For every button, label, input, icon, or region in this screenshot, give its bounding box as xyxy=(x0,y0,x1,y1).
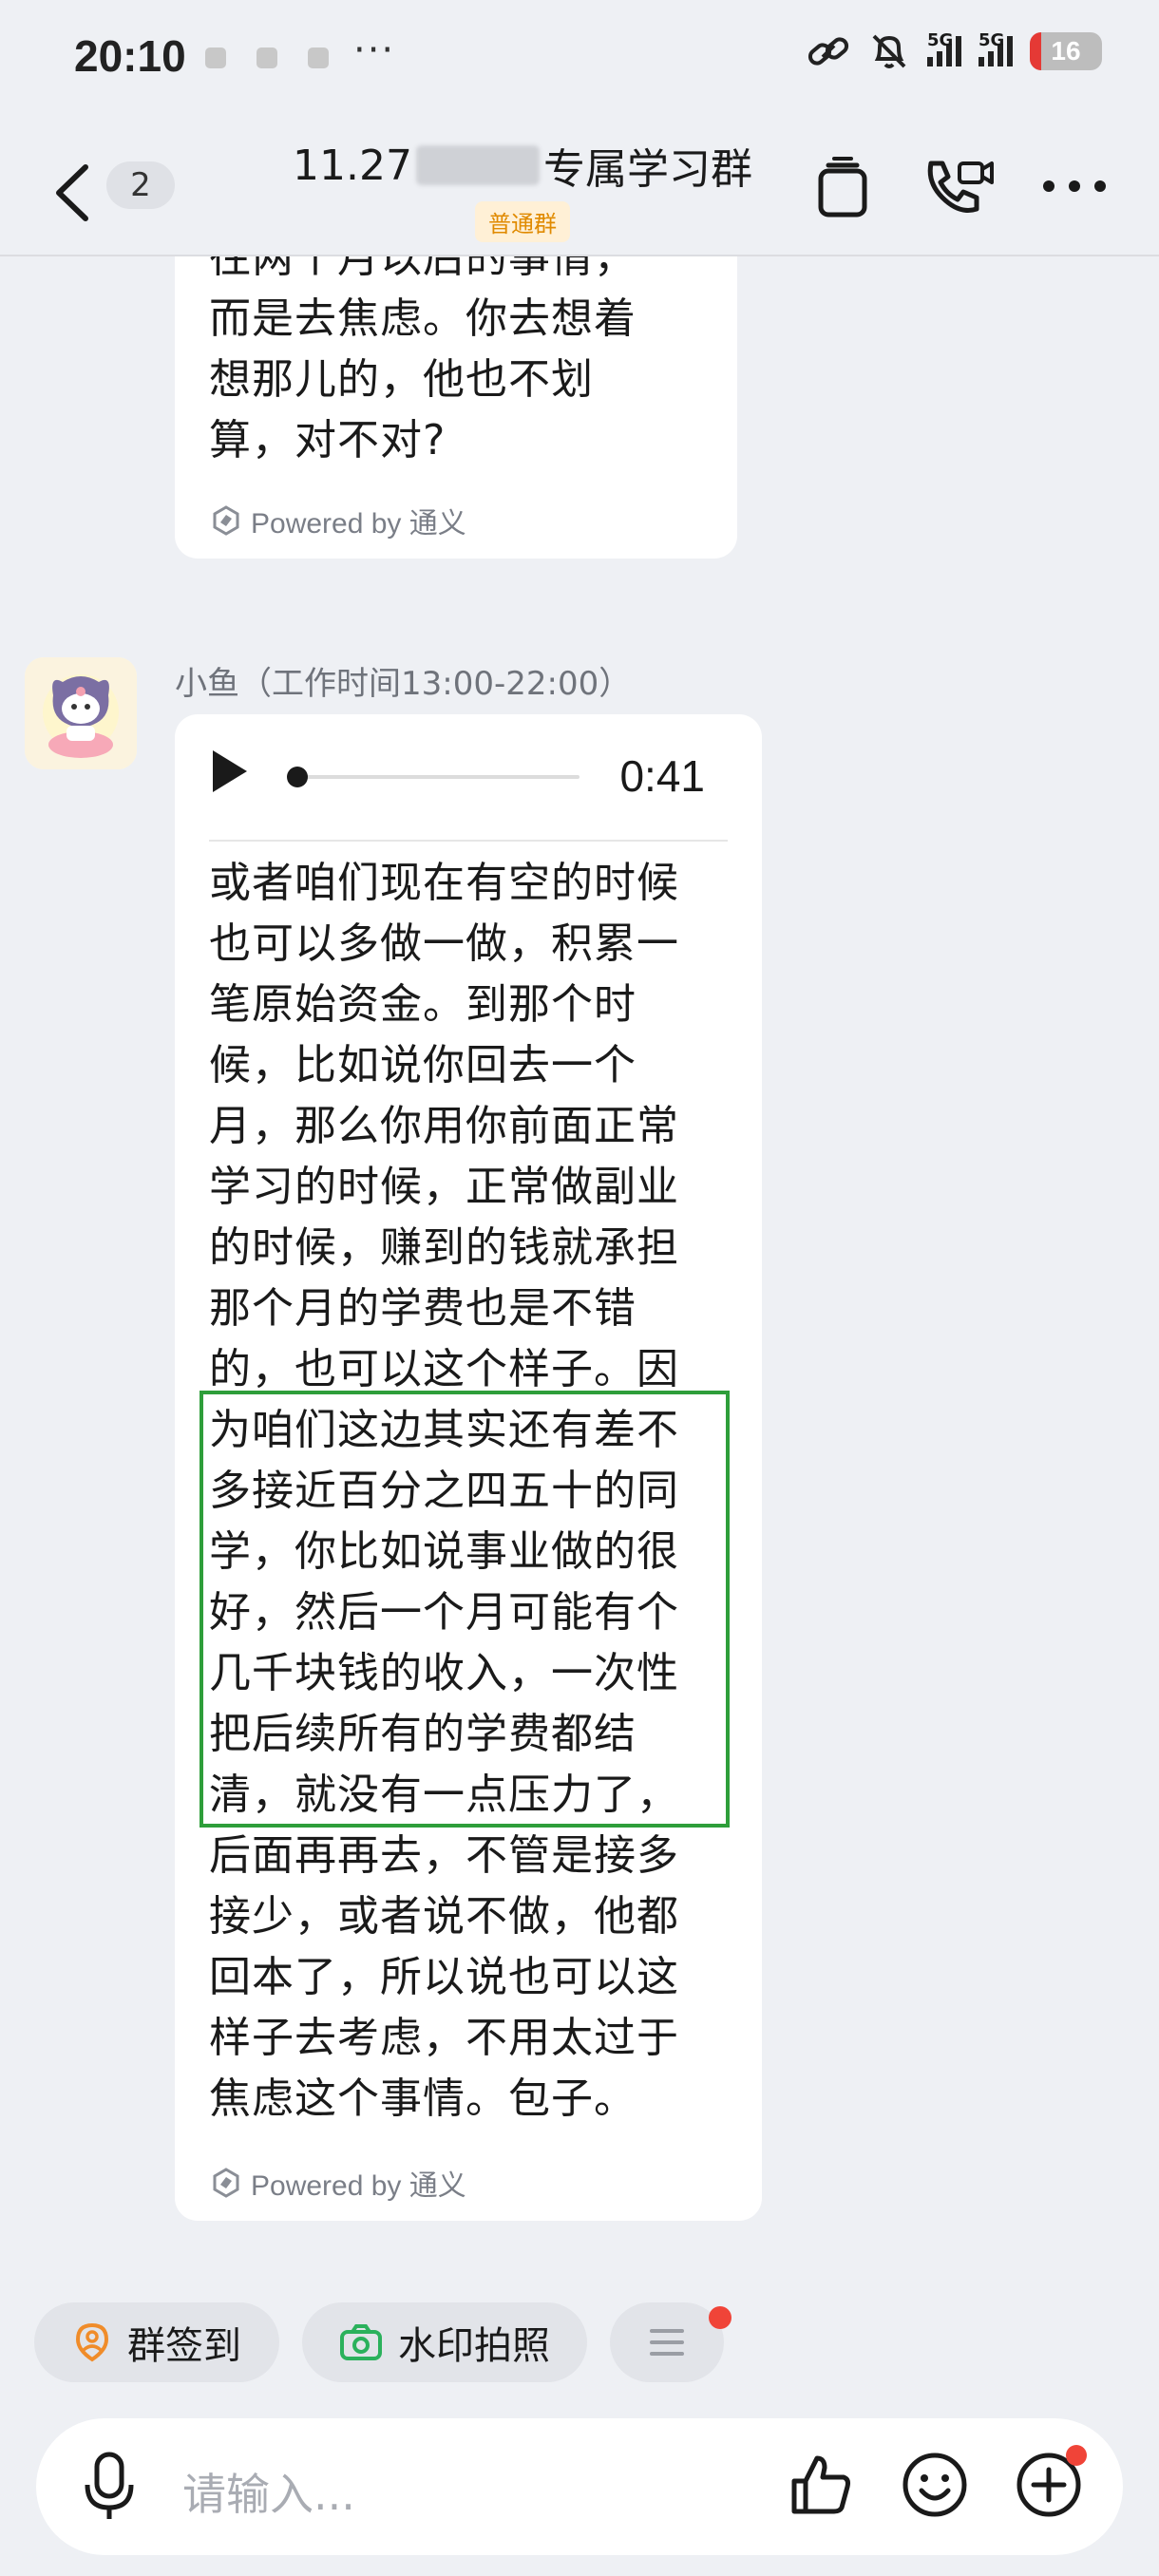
message-line: 接少，或者说不做，他都 xyxy=(209,1892,679,1941)
notification-icon xyxy=(308,47,329,68)
voice-player[interactable]: 0:41 xyxy=(209,714,728,842)
chat-header-overlay: 2 11.27 专属学习群 普通群 xyxy=(0,114,1159,256)
battery-icon: 16 xyxy=(1030,32,1102,70)
tongyi-logo-icon xyxy=(213,2168,239,2198)
notification-dot xyxy=(1066,2445,1087,2466)
message-line: 或者咱们现在有空的时候 xyxy=(209,859,679,907)
message-line: 想那儿的，他也不划 xyxy=(209,355,594,404)
message-line: 那个月的学费也是不错 xyxy=(209,1284,636,1333)
location-person-icon xyxy=(75,2322,109,2362)
tongyi-logo-icon xyxy=(213,505,239,536)
chat-title-area[interactable]: 11.27 专属学习群 普通群 xyxy=(247,135,798,242)
message-line: 把后续所有的学费都结 xyxy=(209,1710,636,1758)
message-line: 学习的时候，正常做副业 xyxy=(209,1163,679,1211)
audio-progress-knob[interactable] xyxy=(287,767,308,787)
message-line: 而是去焦虑。你去想着 xyxy=(209,294,636,343)
message-line: 清，就没有一点压力了， xyxy=(209,1771,679,1819)
message-line: 候，比如说你回去一个 xyxy=(209,1041,636,1089)
thumbs-up-icon[interactable] xyxy=(787,2451,855,2519)
message-line: 回本了，所以说也可以这 xyxy=(209,1953,679,2001)
message-line: 算，对不对? xyxy=(209,416,446,464)
microphone-icon[interactable] xyxy=(82,2451,137,2523)
message-line: 学，你比如说事业做的很 xyxy=(209,1527,679,1576)
mute-bell-icon xyxy=(872,34,906,68)
message-line: 月，那么你用你前面正常 xyxy=(209,1102,679,1150)
play-icon[interactable] xyxy=(209,747,251,796)
link-icon xyxy=(808,37,849,66)
message-line: 多接近百分之四五十的同 xyxy=(209,1467,679,1515)
message-line: 好，然后一个月可能有个 xyxy=(209,1588,679,1637)
message-text: 或者咱们现在有空的时候 也可以多做一做，积累一 笔原始资金。到那个时 候，比如说你回去… xyxy=(209,853,741,2130)
status-bar: 20:10 ··· 5G 5G 16 xyxy=(0,0,1159,114)
kuromi-avatar-icon xyxy=(25,657,137,769)
more-actions-button[interactable] xyxy=(610,2302,724,2382)
camera-icon xyxy=(340,2324,382,2360)
message-line: 的，也可以这个样子。因 xyxy=(209,1345,679,1393)
unread-count-badge[interactable]: 2 xyxy=(106,161,175,209)
notification-icon xyxy=(256,47,277,68)
powered-by: Powered by 通义 xyxy=(211,500,466,541)
signal-icon-2: 5G xyxy=(978,30,1013,66)
notification-dot xyxy=(709,2306,732,2329)
more-icon[interactable] xyxy=(1041,177,1108,196)
message-text: 往两个月以后的事情， 而是去焦虑。你去想着 想那儿的，他也不划 算，对不对? xyxy=(209,228,722,471)
message-line: 后面再再去，不管是接多 xyxy=(209,1831,679,1880)
audio-duration: 0:41 xyxy=(619,751,705,801)
redacted-text xyxy=(415,145,540,185)
page-title: 11.27 专属学习群 xyxy=(293,141,752,195)
signal-icon-1: 5G xyxy=(927,30,961,66)
avatar[interactable] xyxy=(25,657,137,769)
watermark-photo-button[interactable]: 水印拍照 xyxy=(302,2302,587,2382)
back-arrow-icon[interactable] xyxy=(49,161,97,224)
sender-name: 小鱼（工作时间13:00-22:00） xyxy=(175,665,632,703)
message-line: 焦虑这个事情。包子。 xyxy=(209,2074,636,2123)
group-type-tag: 普通群 xyxy=(475,201,570,242)
menu-icon xyxy=(650,2329,684,2356)
video-call-icon[interactable] xyxy=(922,156,996,218)
group-checkin-button[interactable]: 群签到 xyxy=(34,2302,279,2382)
notification-icon xyxy=(205,47,226,68)
message-line: 为咱们这边其实还有差不 xyxy=(209,1406,679,1454)
message-line: 样子去考虑，不用太过于 xyxy=(209,2014,679,2062)
message-line: 几千块钱的收入，一次性 xyxy=(209,1649,679,1697)
message-line: 笔原始资金。到那个时 xyxy=(209,980,636,1029)
battery-fill xyxy=(1030,32,1042,70)
copy-icon[interactable] xyxy=(817,156,868,218)
more-notifications-icon: ··· xyxy=(353,28,396,72)
message-input-bar: 请输入... xyxy=(36,2418,1123,2555)
message-bubble[interactable]: 0:41 或者咱们现在有空的时候 也可以多做一做，积累一 笔原始资金。到那个时 候，比… xyxy=(175,714,762,2221)
status-icons: 5G 5G 16 xyxy=(806,30,1102,72)
emoji-icon[interactable] xyxy=(901,2451,969,2519)
powered-by: Powered by 通义 xyxy=(211,2162,466,2204)
message-line: 也可以多做一做，积累一 xyxy=(209,919,679,968)
message-line: 的时候，赚到的钱就承担 xyxy=(209,1223,679,1272)
status-time: 20:10 xyxy=(74,31,186,81)
audio-progress-track[interactable] xyxy=(287,767,580,787)
message-input[interactable]: 请输入... xyxy=(182,2460,355,2523)
